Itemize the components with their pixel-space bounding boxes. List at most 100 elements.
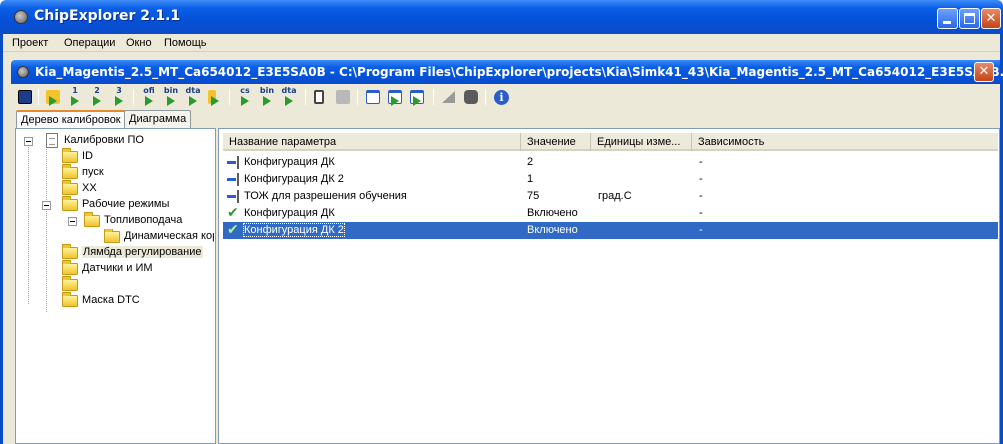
binoculars-button[interactable] <box>461 87 481 107</box>
column-header-value[interactable]: Значение <box>521 133 591 151</box>
row-units: град.С <box>598 190 632 202</box>
arrow-icon <box>189 96 197 106</box>
menu-window[interactable]: Окно <box>126 37 152 49</box>
document-window: Kia_Magentis_2.5_MT_Ca654012_E3E5SA0B - … <box>3 52 1003 444</box>
table-row[interactable]: ТОЖ для разрешения обучения 75 град.С - <box>223 188 998 205</box>
add-3-button[interactable]: 3 <box>109 86 129 107</box>
plus-icon <box>115 96 123 106</box>
folder-icon <box>62 244 78 259</box>
column-header-dependency[interactable]: Зависимость <box>692 133 998 151</box>
toolbar: 1 2 3 ofi bin dta cs bin dta i <box>11 85 1000 109</box>
diff-icon <box>336 90 350 104</box>
row-dependency: - <box>699 156 703 168</box>
row-dependency: - <box>699 173 703 185</box>
toolbar-separator <box>485 89 486 105</box>
close-button[interactable]: ✕ <box>981 8 1001 29</box>
document-titlebar[interactable]: Kia_Magentis_2.5_MT_Ca654012_E3E5SA0B - … <box>11 60 1003 84</box>
parameter-icon <box>227 156 243 169</box>
tab-diagram[interactable]: Диаграмма <box>124 110 192 128</box>
tree-line <box>46 149 47 312</box>
parameter-icon <box>227 173 243 186</box>
row-name: Конфигурация ДК 2 <box>243 223 345 237</box>
save-button[interactable] <box>15 87 35 107</box>
arrow-icon <box>211 96 219 106</box>
binoculars-icon <box>464 90 478 104</box>
parameter-grid[interactable]: Название параметра Значение Единицы изме… <box>218 128 1000 444</box>
dta-export-icon: dta <box>185 86 201 95</box>
folder-icon <box>84 212 100 227</box>
row-name: Конфигурация ДК <box>244 156 335 168</box>
toolbar-separator <box>357 89 358 105</box>
close-icon: ✕ <box>985 11 997 26</box>
minimize-icon <box>943 21 951 24</box>
arrow-icon <box>391 96 399 106</box>
tree-item-dynamic-correction[interactable]: Динамическая кор <box>104 229 214 245</box>
row-dependency: - <box>699 190 703 202</box>
arrow-icon <box>167 96 175 106</box>
cs-button[interactable]: cs <box>235 86 255 107</box>
info-icon: i <box>494 90 509 105</box>
dta-export-button[interactable]: dta <box>183 86 203 107</box>
column-header-name[interactable]: Название параметра <box>223 133 521 151</box>
bin-export-button[interactable]: bin <box>161 86 181 107</box>
diff-button[interactable] <box>333 87 353 107</box>
collapse-icon[interactable] <box>24 137 33 146</box>
info-button[interactable]: i <box>491 87 511 107</box>
add-button[interactable] <box>43 87 63 107</box>
plus-icon <box>71 96 79 106</box>
bin-button[interactable]: bin <box>257 86 277 107</box>
row-value: Включено <box>527 224 578 236</box>
checkmark-icon: ✔ <box>227 222 239 238</box>
add-2-icon: 2 <box>94 86 100 95</box>
arrow-icon <box>145 96 153 106</box>
table-row[interactable]: Конфигурация ДК 2 - <box>223 154 998 171</box>
tab-calibration-tree[interactable]: Дерево калибровок <box>16 110 126 129</box>
row-value: 2 <box>527 156 534 168</box>
checkmark-icon: ✔ <box>227 205 239 221</box>
window-1-button[interactable] <box>363 87 383 107</box>
window-2-button[interactable] <box>385 87 405 107</box>
collapse-icon[interactable] <box>42 201 51 210</box>
calibration-tree[interactable]: Калибровки ПО ID пуск XX Рабочие режимы … <box>15 128 216 444</box>
add-1-button[interactable]: 1 <box>65 86 85 107</box>
menu-project[interactable]: Проект <box>12 37 48 49</box>
collapse-icon[interactable] <box>68 217 77 226</box>
add-2-button[interactable]: 2 <box>87 86 107 107</box>
compare-button[interactable] <box>311 87 331 107</box>
table-row[interactable]: ✔ Конфигурация ДК 2 Включено - <box>223 222 998 239</box>
bin-export-icon: bin <box>163 86 179 95</box>
dta-icon: dta <box>281 86 297 95</box>
document-close-button[interactable]: ✕ <box>974 62 994 82</box>
plus-icon <box>49 96 57 106</box>
table-row[interactable]: ✔ Конфигурация ДК Включено - <box>223 205 998 222</box>
folder-icon <box>62 148 78 163</box>
minimize-button[interactable] <box>937 8 958 29</box>
window-3-button[interactable] <box>407 87 427 107</box>
cs-icon: cs <box>240 86 250 95</box>
bin-icon: bin <box>259 86 275 95</box>
app-titlebar[interactable]: ChipExplorer 2.1.1 ✕ <box>0 0 1003 34</box>
ofi-button[interactable]: ofi <box>139 86 159 107</box>
run-button[interactable] <box>205 87 225 107</box>
arrow-icon <box>241 96 249 106</box>
maximize-button[interactable] <box>959 8 980 29</box>
triangle-button[interactable] <box>439 87 459 107</box>
toolbar-separator <box>305 89 306 105</box>
close-icon: ✕ <box>978 64 990 79</box>
dta-button[interactable]: dta <box>279 86 299 107</box>
parameter-icon <box>227 190 243 203</box>
row-value: Включено <box>527 207 578 219</box>
triangle-icon <box>442 91 455 103</box>
row-dependency: - <box>699 224 703 236</box>
toolbar-separator <box>38 89 39 105</box>
menu-help[interactable]: Помощь <box>164 37 207 49</box>
document-title: Kia_Magentis_2.5_MT_Ca654012_E3E5SA0B - … <box>35 65 1003 79</box>
add-1-icon: 1 <box>72 86 78 95</box>
menu-operations[interactable]: Операции <box>64 37 115 49</box>
folder-icon <box>62 196 78 211</box>
table-row[interactable]: Конфигурация ДК 2 1 - <box>223 171 998 188</box>
folder-icon <box>62 292 78 307</box>
row-name: Конфигурация ДК 2 <box>244 173 344 185</box>
column-header-units[interactable]: Единицы изме... <box>591 133 692 151</box>
maximize-icon <box>964 13 975 24</box>
